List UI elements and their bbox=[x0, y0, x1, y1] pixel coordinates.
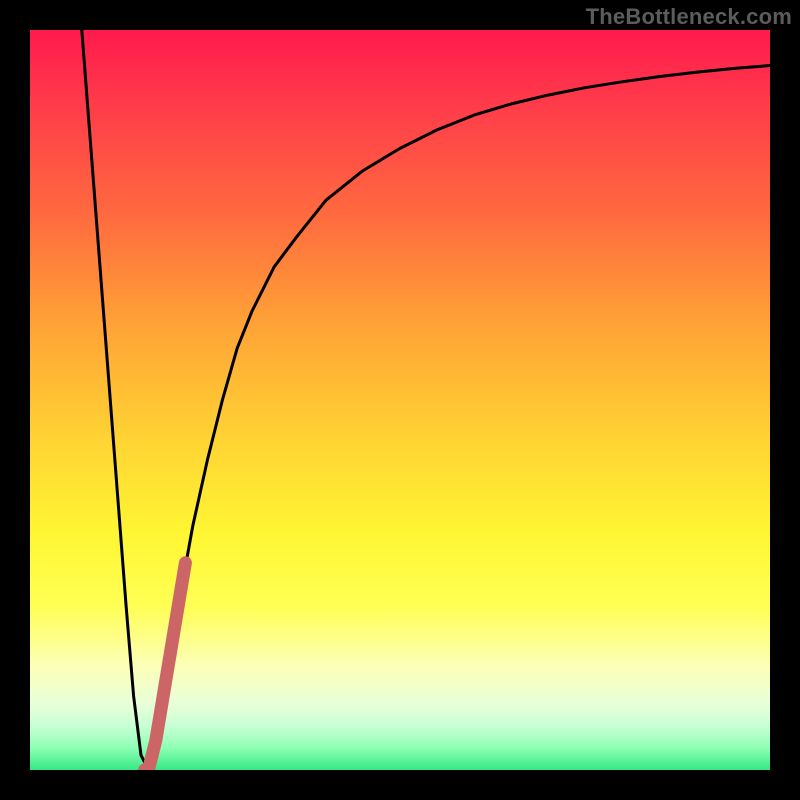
bottleneck-curve bbox=[82, 30, 770, 770]
curve-layer bbox=[30, 30, 770, 770]
watermark-text: TheBottleneck.com bbox=[586, 4, 792, 30]
chart-frame: TheBottleneck.com bbox=[0, 0, 800, 800]
highlight-segment bbox=[145, 563, 186, 770]
plot-area bbox=[30, 30, 770, 770]
